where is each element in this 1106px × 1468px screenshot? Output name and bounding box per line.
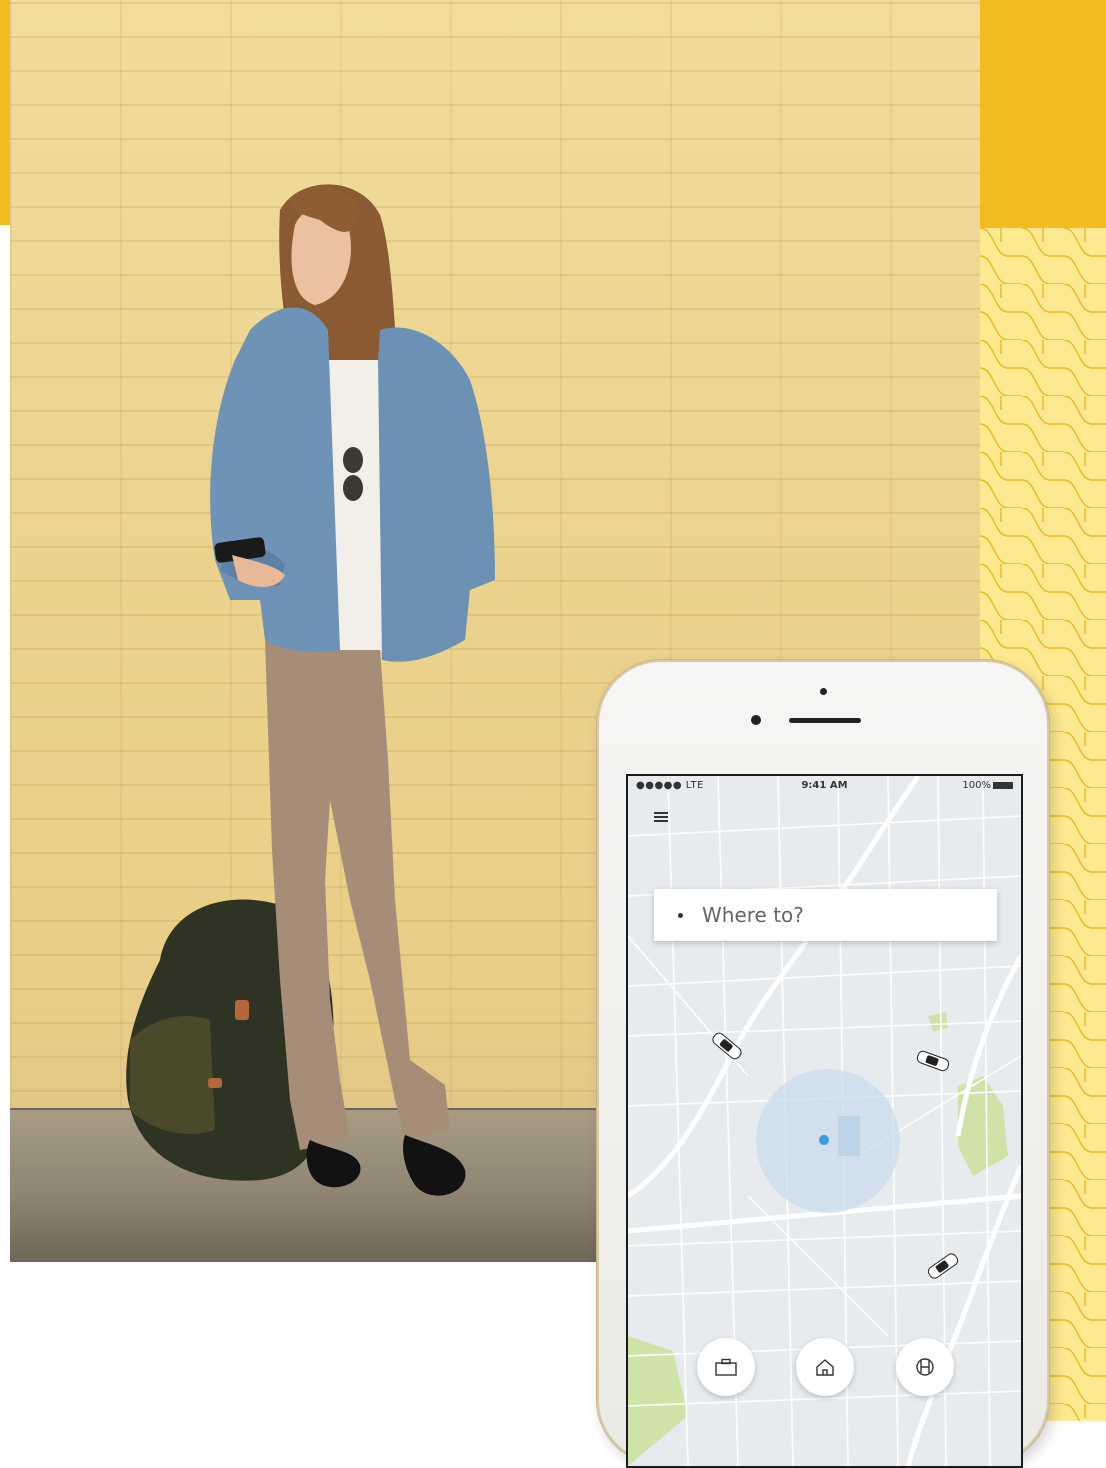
home-shortcut-button[interactable]: [796, 1338, 854, 1396]
battery-label: 100%: [962, 780, 991, 791]
search-placeholder: Where to?: [702, 903, 804, 927]
menu-icon[interactable]: [654, 812, 668, 822]
briefcase-icon: [715, 1358, 737, 1376]
yellow-accent-block: [980, 0, 1106, 228]
search-input[interactable]: Where to?: [654, 889, 997, 941]
home-icon: [816, 1359, 834, 1376]
status-bar: ●●●●● LTE 9:41 AM 100%: [628, 776, 1021, 796]
app-screen: ●●●●● LTE 9:41 AM 100% Where to?: [626, 774, 1023, 1468]
globe-icon: [916, 1358, 934, 1376]
phone-sensor: [820, 688, 827, 695]
battery-indicator: 100%: [962, 780, 1013, 791]
phone-speaker: [789, 718, 861, 723]
places-shortcut-button[interactable]: [896, 1338, 954, 1396]
work-shortcut-button[interactable]: [697, 1338, 755, 1396]
battery-icon: [993, 781, 1013, 789]
phone-camera: [751, 715, 761, 725]
origin-dot-icon: [678, 913, 683, 918]
phone-mockup: ●●●●● LTE 9:41 AM 100% Where to?: [597, 660, 1049, 1468]
